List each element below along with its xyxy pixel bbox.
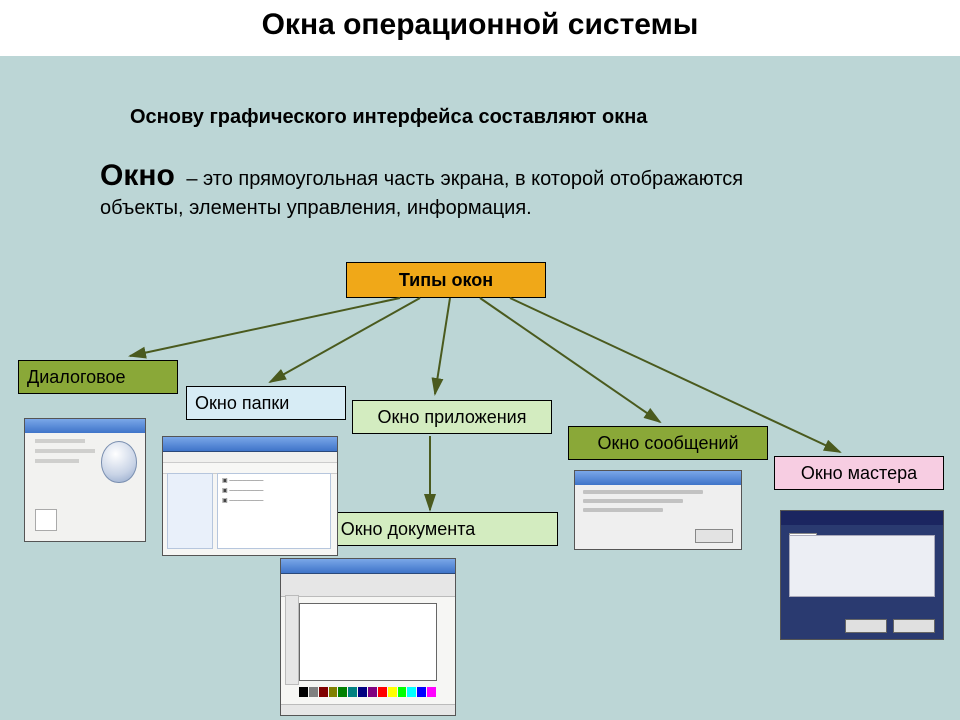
mouse-icon <box>101 441 137 483</box>
definition-body: – это прямоугольная часть экрана, в кото… <box>100 168 743 219</box>
palette-swatch <box>338 687 347 697</box>
palette-swatch <box>299 687 308 697</box>
palette-swatch <box>398 687 407 697</box>
palette-swatch <box>378 687 387 697</box>
definition-text: Окно – это прямоугольная часть экрана, в… <box>100 156 800 221</box>
palette-swatch <box>368 687 377 697</box>
palette-swatch <box>309 687 318 697</box>
palette-swatch <box>329 687 338 697</box>
node-dialog: Диалоговое <box>18 360 178 394</box>
page-title: Окна операционной системы <box>0 8 960 42</box>
root-window-types: Типы окон <box>346 262 546 298</box>
palette-swatch <box>319 687 328 697</box>
folder-window-mock: ▣ ──────── ▣ ──────── ▣ ──────── <box>162 436 338 556</box>
palette-swatch <box>417 687 426 697</box>
wizard-window-mock: ◌ <box>780 510 944 640</box>
palette-swatch <box>348 687 357 697</box>
palette-swatch <box>427 687 436 697</box>
node-messages: Окно сообщений <box>568 426 768 460</box>
node-wizard: Окно мастера <box>774 456 944 490</box>
node-app: Окно приложения <box>352 400 552 434</box>
palette-swatch <box>407 687 416 697</box>
intro-text: Основу графического интерфейса составляю… <box>130 106 830 129</box>
document-window-mock <box>280 558 456 716</box>
definition-keyword: Окно <box>100 156 175 195</box>
palette-swatch <box>388 687 397 697</box>
node-folder: Окно папки <box>186 386 346 420</box>
diagram-canvas: Основу графического интерфейса составляю… <box>0 56 960 720</box>
dialog-window-mock <box>24 418 146 542</box>
palette-swatch <box>358 687 367 697</box>
message-window-mock <box>574 470 742 550</box>
